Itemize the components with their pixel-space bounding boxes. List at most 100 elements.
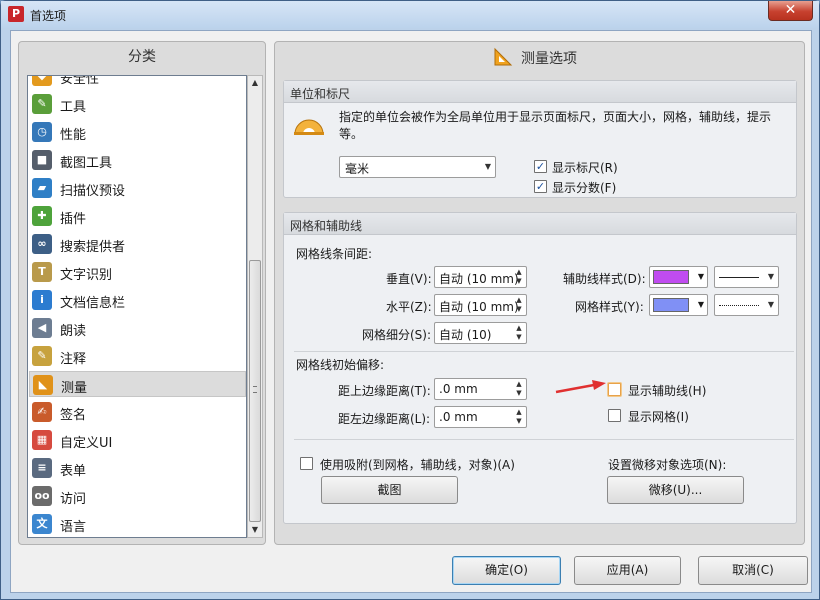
sidebar-item[interactable]: ◀ 朗读: [29, 315, 246, 341]
sidebar-item-label: 自定义UI: [60, 436, 113, 451]
sidebar-item-label: 截图工具: [60, 156, 113, 171]
sidebar-item[interactable]: ▦ 自定义UI: [29, 427, 246, 453]
screenshot-button[interactable]: 截图: [321, 476, 458, 504]
show-ruler-checkbox[interactable]: ✓: [534, 160, 547, 173]
sidebar-item[interactable]: ◷ 性能: [29, 119, 246, 145]
spin-down-icon[interactable]: ▼: [513, 389, 525, 398]
snap-checkbox[interactable]: [300, 457, 313, 470]
spin-down-icon[interactable]: ▼: [513, 277, 525, 286]
language-icon: 文: [32, 514, 52, 534]
grid-group: 网格和辅助线 网格线条间距: 垂直(V): 自动 (10 mm) ▲ ▼ 水平(Z…: [283, 212, 797, 524]
sidebar-item-label: 工具: [60, 100, 87, 115]
sidebar-item[interactable]: ▰ 扫描仪预设: [29, 175, 246, 201]
guide-color-swatch: [653, 270, 689, 284]
chevron-down-icon: ▼: [484, 162, 491, 171]
apply-button[interactable]: 应用(A): [574, 556, 681, 585]
options-title: 测量选项: [521, 51, 577, 67]
chevron-down-icon: ▼: [767, 300, 774, 309]
spin-up-icon[interactable]: ▲: [513, 408, 525, 417]
sidebar-item-label: 朗读: [60, 324, 87, 339]
sidebar-item[interactable]: oo 访问: [29, 483, 246, 509]
unit-select[interactable]: 毫米 ▼: [339, 156, 496, 178]
category-list[interactable]: ◆ 安全性 ✎ 工具 ◷ 性能 ■ 截图工具 ▰ 扫描仪预设 ✚ 插件 ∞ 搜索提供者 T 文字识别 i 文档信息…: [27, 75, 247, 538]
show-fraction-checkbox[interactable]: ✓: [534, 180, 547, 193]
speaker-icon: ◀: [32, 318, 52, 338]
sidebar-item[interactable]: ✎ 注释: [29, 343, 246, 369]
sidebar-item[interactable]: T 文字识别: [29, 259, 246, 285]
ruler-icon: ◣: [33, 375, 53, 395]
scroll-up-icon[interactable]: ▲: [248, 76, 262, 90]
show-grid-label: 显示网格(I): [628, 410, 689, 424]
nudge-button[interactable]: 微移(U)...: [607, 476, 744, 504]
category-scrollbar[interactable]: ▲ ▼: [247, 75, 263, 538]
ok-button[interactable]: 确定(O): [452, 556, 561, 585]
grid-color-picker[interactable]: ▼: [649, 294, 708, 316]
category-header: 分类: [128, 49, 156, 65]
title-bar[interactable]: P 首选项 ✕: [1, 1, 819, 28]
solid-line-icon: [719, 277, 759, 278]
category-panel: 分类 ◆ 安全性 ✎ 工具 ◷ 性能 ■ 截图工具 ▰ 扫描仪预设 ✚ 插件 ∞ 搜索提供者 T 文字识别 i 文…: [18, 41, 266, 545]
grid-style-label: 网格样式(Y):: [575, 300, 644, 314]
camera-icon: ■: [32, 150, 52, 170]
left-offset-value: .0 mm: [439, 410, 478, 424]
sidebar-item-label: 扫描仪预设: [60, 184, 126, 199]
nudge-label: 设置微移对象选项(N):: [608, 458, 727, 472]
show-grid-checkbox[interactable]: [608, 409, 621, 422]
divider: [294, 351, 794, 352]
grid-line-style-select[interactable]: ▼: [714, 294, 779, 316]
sidebar-item[interactable]: ◆ 安全性: [29, 76, 246, 89]
sidebar-item[interactable]: ∞ 搜索提供者: [29, 231, 246, 257]
sidebar-item[interactable]: i 文档信息栏: [29, 287, 246, 313]
sidebar-item[interactable]: ■ 截图工具: [29, 147, 246, 173]
scroll-thumb[interactable]: [249, 260, 261, 522]
sidebar-item[interactable]: ≡ 表单: [29, 455, 246, 481]
snap-label: 使用吸附(到网格，辅助线，对象)(A): [320, 458, 515, 472]
sidebar-item[interactable]: ✚ 插件: [29, 203, 246, 229]
spin-down-icon[interactable]: ▼: [513, 417, 525, 426]
spin-up-icon[interactable]: ▲: [513, 324, 525, 333]
horizontal-value: 自动 (10 mm): [439, 300, 519, 314]
sidebar-item[interactable]: ✍ 签名: [29, 399, 246, 425]
annotation-icon: ✎: [32, 346, 52, 366]
sidebar-item-label: 文字识别: [60, 268, 113, 283]
show-fraction-label: 显示分数(F): [552, 181, 617, 195]
show-guides-checkbox[interactable]: [608, 383, 621, 396]
guide-color-picker[interactable]: ▼: [649, 266, 708, 288]
vertical-spacing-input[interactable]: 自动 (10 mm) ▲ ▼: [434, 266, 527, 288]
horizontal-label: 水平(Z):: [386, 300, 432, 314]
cancel-button[interactable]: 取消(C): [698, 556, 808, 585]
shield-icon: ◆: [32, 76, 52, 86]
subdivision-input[interactable]: 自动 (10) ▲ ▼: [434, 322, 527, 344]
spin-up-icon[interactable]: ▲: [513, 296, 525, 305]
offset-label: 网格线初始偏移:: [296, 358, 385, 372]
guide-line-style-select[interactable]: ▼: [714, 266, 779, 288]
dotted-line-icon: [719, 305, 759, 306]
top-offset-value: .0 mm: [439, 382, 478, 396]
show-ruler-label: 显示标尺(R): [552, 161, 618, 175]
sidebar-item-label: 表单: [60, 464, 87, 479]
left-offset-input[interactable]: .0 mm ▲ ▼: [434, 406, 527, 428]
sidebar-item[interactable]: ◣ 测量: [29, 371, 246, 397]
vertical-value: 自动 (10 mm): [439, 272, 519, 286]
close-button[interactable]: ✕: [768, 1, 813, 21]
red-arrow-icon: [555, 380, 606, 394]
info-icon: i: [32, 290, 52, 310]
sidebar-item-label: 测量: [61, 381, 88, 396]
signature-icon: ✍: [32, 402, 52, 422]
spacing-label: 网格线条间距:: [296, 247, 373, 261]
sidebar-item[interactable]: 文语言: [29, 511, 246, 537]
sidebar-item-label: 语言: [60, 520, 87, 535]
preferences-window: P 首选项 ✕ 分类 ◆ 安全性 ✎ 工具 ◷ 性能 ■ 截图工具 ▰ 扫描仪预设 ✚ 插件 ∞ 搜索提供…: [0, 0, 820, 600]
sidebar-item-label: 插件: [60, 212, 87, 227]
sidebar-item[interactable]: ✎ 工具: [29, 91, 246, 117]
top-offset-input[interactable]: .0 mm ▲ ▼: [434, 378, 527, 400]
show-guides-label: 显示辅助线(H): [628, 384, 707, 398]
spin-up-icon[interactable]: ▲: [513, 268, 525, 277]
spin-up-icon[interactable]: ▲: [513, 380, 525, 389]
sidebar-item-label: 注释: [60, 352, 87, 367]
horizontal-spacing-input[interactable]: 自动 (10 mm) ▲ ▼: [434, 294, 527, 316]
app-icon: P: [8, 6, 24, 22]
scroll-down-icon[interactable]: ▼: [248, 523, 262, 537]
spin-down-icon[interactable]: ▼: [513, 333, 525, 342]
spin-down-icon[interactable]: ▼: [513, 305, 525, 314]
